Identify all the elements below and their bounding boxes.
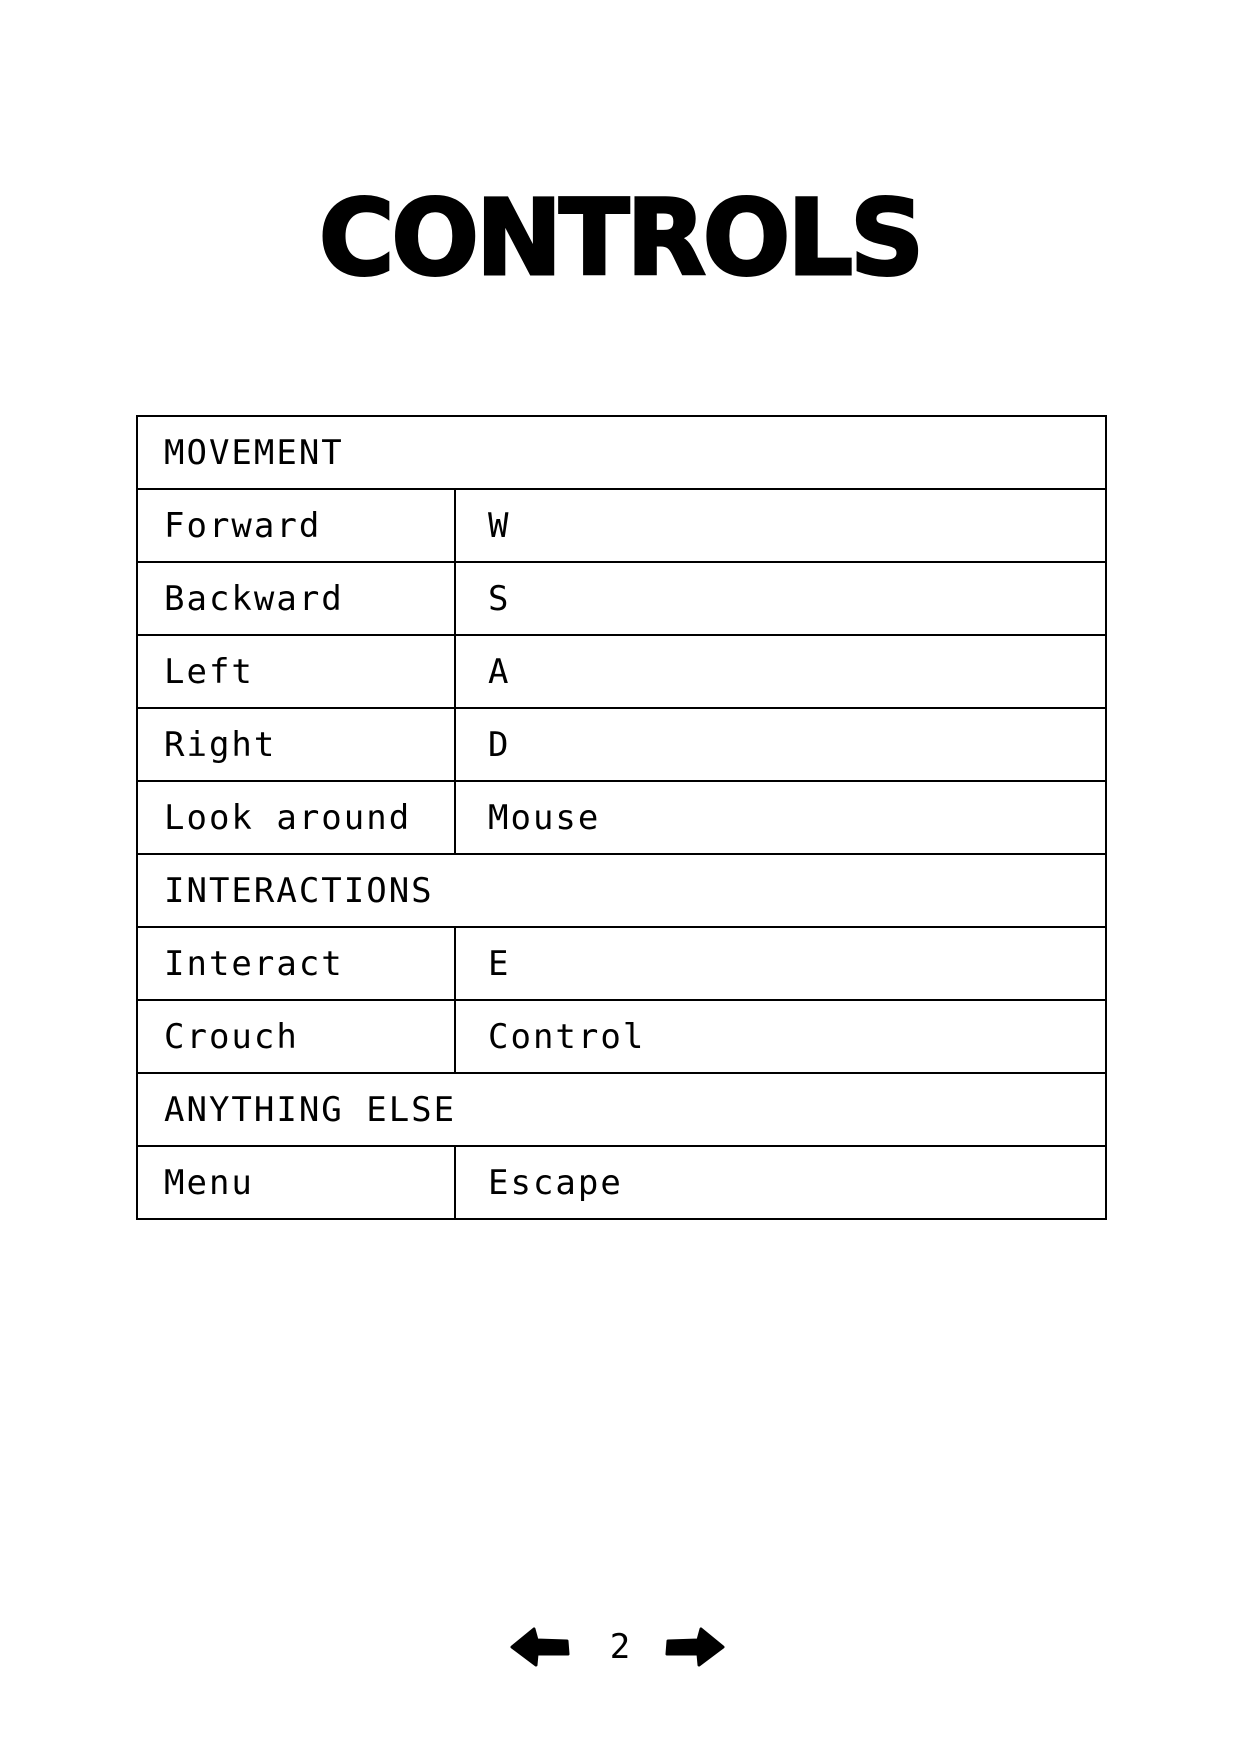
section-header-movement: MOVEMENT (136, 415, 1107, 490)
key-binding: S (454, 561, 1107, 636)
arrow-left-icon (510, 1627, 570, 1667)
page-number: 2 (609, 1627, 631, 1667)
key-binding: W (454, 488, 1107, 563)
pagination: 2 (0, 1620, 1240, 1676)
key-binding: E (454, 926, 1107, 1001)
section-header-row: ANYTHING ELSE (136, 1072, 1107, 1147)
section-header-row: INTERACTIONS (136, 853, 1107, 928)
table-row: Left A (136, 634, 1107, 709)
controls-table: MOVEMENT Forward W Backward S Left A Rig… (136, 415, 1107, 1220)
table-row: Menu Escape (136, 1145, 1107, 1220)
action-label: Forward (136, 488, 456, 563)
prev-page-button[interactable] (510, 1626, 570, 1668)
page-title: CONTROLS (317, 177, 925, 300)
key-binding: A (454, 634, 1107, 709)
action-label: Menu (136, 1145, 456, 1220)
next-page-button[interactable] (665, 1626, 725, 1668)
section-header-row: MOVEMENT (136, 415, 1107, 490)
action-label: Right (136, 707, 456, 782)
action-label: Backward (136, 561, 456, 636)
section-header-anything-else: ANYTHING ELSE (136, 1072, 1107, 1147)
table-row: Interact E (136, 926, 1107, 1001)
section-header-interactions: INTERACTIONS (136, 853, 1107, 928)
action-label: Interact (136, 926, 456, 1001)
action-label: Look around (136, 780, 456, 855)
table-row: Forward W (136, 488, 1107, 563)
key-binding: Mouse (454, 780, 1107, 855)
key-binding: Control (454, 999, 1107, 1074)
key-binding: Escape (454, 1145, 1107, 1220)
table-row: Crouch Control (136, 999, 1107, 1074)
arrow-right-icon (665, 1627, 725, 1667)
table-row: Backward S (136, 561, 1107, 636)
action-label: Crouch (136, 999, 456, 1074)
key-binding: D (454, 707, 1107, 782)
table-row: Look around Mouse (136, 780, 1107, 855)
action-label: Left (136, 634, 456, 709)
table-row: Right D (136, 707, 1107, 782)
